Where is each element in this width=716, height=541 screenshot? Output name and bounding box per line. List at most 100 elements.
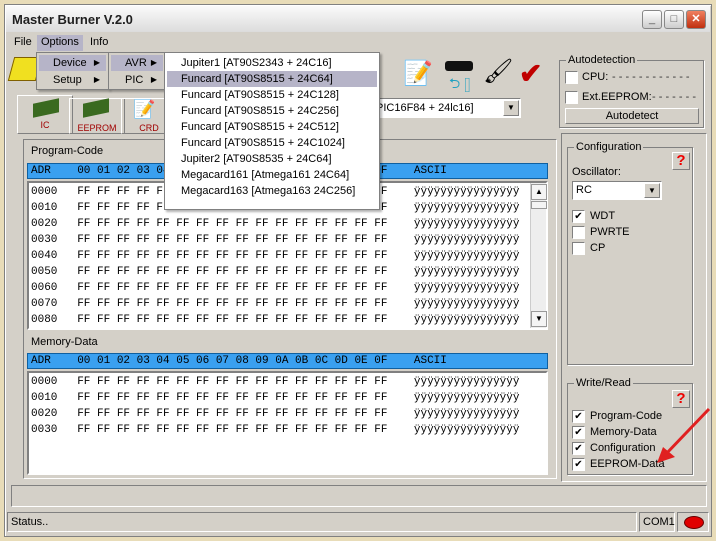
hex-row[interactable]: 0000 FF FF FF FF FF FF FF FF FF FF FF FF… <box>31 374 519 390</box>
chevron-right-icon: ▶ <box>150 58 157 67</box>
menu-item[interactable]: Jupiter2 [AT90S8535 + 24C64] <box>167 151 377 167</box>
menu-item-label: Funcard [AT90S8515 + 24C512] <box>181 121 339 133</box>
status-text: Status.. <box>7 512 637 532</box>
menu-file[interactable]: File <box>10 35 36 51</box>
tab-label: IC <box>40 120 50 130</box>
hex-row[interactable]: 0070 FF FF FF FF FF FF FF FF FF FF FF FF… <box>31 296 519 312</box>
tab-label: EEPROM <box>77 123 117 133</box>
memory-data-header: ADR 00 01 02 03 04 05 06 07 08 09 0A 0B … <box>27 353 548 369</box>
main-window: Master Burner V.2.0 _ □ ✕ File Options I… <box>4 4 712 537</box>
transfer-icon: ⮌▯ <box>449 75 475 91</box>
menu-item[interactable]: Jupiter1 [AT90S2343 + 24C16] <box>167 55 377 71</box>
title-bar: Master Burner V.2.0 _ □ ✕ <box>6 6 710 32</box>
menu-item[interactable]: Device ▶ <box>39 55 106 71</box>
checkbox-configuration[interactable]: ✔ <box>572 442 585 455</box>
autodetection-label: Autodetection <box>566 54 638 66</box>
minimize-button[interactable]: _ <box>642 10 662 29</box>
memory-data-grid[interactable]: 0000 FF FF FF FF FF FF FF FF FF FF FF FF… <box>27 371 548 475</box>
chevron-down-icon[interactable]: ▼ <box>503 100 519 116</box>
chevron-right-icon: ▶ <box>93 75 100 84</box>
menu-item[interactable]: PIC ▶ <box>111 72 163 88</box>
menu-item-label: Funcard [AT90S8515 + 24C1024] <box>181 137 345 149</box>
menu-item[interactable]: Setup ▶ <box>39 72 106 88</box>
hex-row[interactable]: 0080 FF FF FF FF FF FF FF FF FF FF FF FF… <box>31 312 519 328</box>
menu-info[interactable]: Info <box>86 35 112 51</box>
verify-check-icon[interactable]: ✔ <box>519 57 542 90</box>
oscillator-label: Oscillator: <box>572 166 621 178</box>
checkbox-label: PWRTE <box>590 226 630 238</box>
oscillator-select[interactable]: RC ▼ <box>572 181 662 200</box>
checkbox-label: WDT <box>590 210 616 222</box>
erase-brush-icon[interactable]: 🖌 <box>483 57 513 86</box>
checkbox-program-code[interactable]: ✔ <box>572 410 585 423</box>
menu-item[interactable]: Funcard [AT90S8515 + 24C1024] <box>167 135 377 151</box>
chevron-down-icon[interactable]: ▼ <box>644 183 660 198</box>
menu-item-label: Jupiter2 [AT90S8535 + 24C64] <box>181 153 332 165</box>
close-button[interactable]: ✕ <box>686 10 706 29</box>
scrollbar[interactable]: ▲ ▼ <box>530 183 547 328</box>
hex-row[interactable]: 0020 FF FF FF FF FF FF FF FF FF FF FF FF… <box>31 216 519 232</box>
edit-document-icon[interactable]: 📝 <box>403 59 433 89</box>
menu-item-label: Megacard163 [Atmega163 24C256] <box>181 185 356 197</box>
oscillator-value: RC <box>576 184 592 196</box>
scroll-up-icon[interactable]: ▲ <box>531 184 547 200</box>
checkbox-cp[interactable] <box>572 242 585 255</box>
menu-item[interactable]: Funcard [AT90S8515 + 24C512] <box>167 119 377 135</box>
cpu-checkbox[interactable] <box>565 71 578 84</box>
chevron-right-icon: ▶ <box>150 75 157 84</box>
checkbox-eeprom-data[interactable]: ✔ <box>572 458 585 471</box>
hex-row[interactable]: 0040 FF FF FF FF FF FF FF FF FF FF FF FF… <box>31 248 519 264</box>
hex-row[interactable]: 0020 FF FF FF FF FF FF FF FF FF FF FF FF… <box>31 406 519 422</box>
menu-item-label: PIC <box>125 74 144 86</box>
device-combo-value: PIC16F84 + 24lc16] <box>376 102 474 114</box>
hex-row[interactable]: 0030 FF FF FF FF FF FF FF FF FF FF FF FF… <box>31 422 519 438</box>
menu-item[interactable]: Funcard [AT90S8515 + 24C256] <box>167 103 377 119</box>
menu-item-label: Funcard [AT90S8515 + 24C256] <box>181 105 339 117</box>
port-indicator: COM1 <box>639 512 675 532</box>
hex-row[interactable]: 0030 FF FF FF FF FF FF FF FF FF FF FF FF… <box>31 232 519 248</box>
memory-data-label: Memory-Data <box>31 336 98 348</box>
menu-options[interactable]: Options <box>37 35 83 51</box>
cpu-label: CPU: <box>582 71 609 83</box>
menu-item[interactable]: Funcard [AT90S8515 + 24C128] <box>167 87 377 103</box>
program-code-label: Program-Code <box>31 145 104 157</box>
menu-item-label: Funcard [AT90S8515 + 24C64] <box>181 73 333 85</box>
ext-eeprom-checkbox[interactable] <box>565 91 578 104</box>
hex-row[interactable]: 0010 FF FF FF FF FF FF FF FF FF FF FF FF… <box>31 390 519 406</box>
hex-row[interactable]: 0050 FF FF FF FF FF FF FF FF FF FF FF FF… <box>31 264 519 280</box>
ext-eeprom-value: - - - - - - - <box>652 91 696 103</box>
status-led-icon <box>684 516 704 529</box>
chip-read-icon[interactable] <box>445 61 473 71</box>
checkbox-pwrte[interactable] <box>572 226 585 239</box>
scroll-thumb[interactable] <box>531 201 547 209</box>
configuration-label: Configuration <box>574 141 644 153</box>
avr-menu: Jupiter1 [AT90S2343 + 24C16] Funcard [AT9… <box>164 52 380 210</box>
hex-row[interactable]: 0060 FF FF FF FF FF FF FF FF FF FF FF FF… <box>31 280 519 296</box>
help-button[interactable]: ? <box>672 152 690 170</box>
menu-item-label: Setup <box>53 74 82 86</box>
progress-bar <box>11 485 707 507</box>
menu-item[interactable]: Megacard163 [Atmega163 24C256] <box>167 183 377 199</box>
device-combo[interactable]: PIC16F84 + 24lc16] ▼ <box>371 98 521 118</box>
menu-bar: File Options Info <box>6 33 710 52</box>
tab-label: CRD <box>139 123 159 133</box>
menu-item[interactable]: Megacard161 [Atmega161 24C64] <box>167 167 377 183</box>
menu-item-label: Megacard161 [Atmega161 24C64] <box>181 169 350 181</box>
autodetection-group: Autodetection CPU: - - - - - - - - - - -… <box>559 54 704 128</box>
card-edit-icon: 📝 <box>133 99 156 119</box>
window-title: Master Burner V.2.0 <box>12 12 133 27</box>
menu-item[interactable]: Funcard [AT90S8515 + 24C64] <box>167 71 377 87</box>
status-led-panel <box>677 512 709 532</box>
maximize-button[interactable]: □ <box>664 10 684 29</box>
checkbox-wdt[interactable]: ✔ <box>572 210 585 223</box>
device-menu: AVR ▶ PIC ▶ <box>108 52 166 90</box>
scroll-down-icon[interactable]: ▼ <box>531 311 547 327</box>
menu-item-label: AVR <box>125 57 147 69</box>
checkbox-memory-data[interactable]: ✔ <box>572 426 585 439</box>
menu-item[interactable]: AVR ▶ <box>111 55 163 71</box>
menu-item-label: Jupiter1 [AT90S2343 + 24C16] <box>181 57 332 69</box>
options-menu: Device ▶ Setup ▶ <box>36 52 109 90</box>
autodetect-button[interactable]: Autodetect <box>565 108 699 124</box>
checkbox-label: CP <box>590 242 606 254</box>
chevron-right-icon: ▶ <box>93 58 100 67</box>
